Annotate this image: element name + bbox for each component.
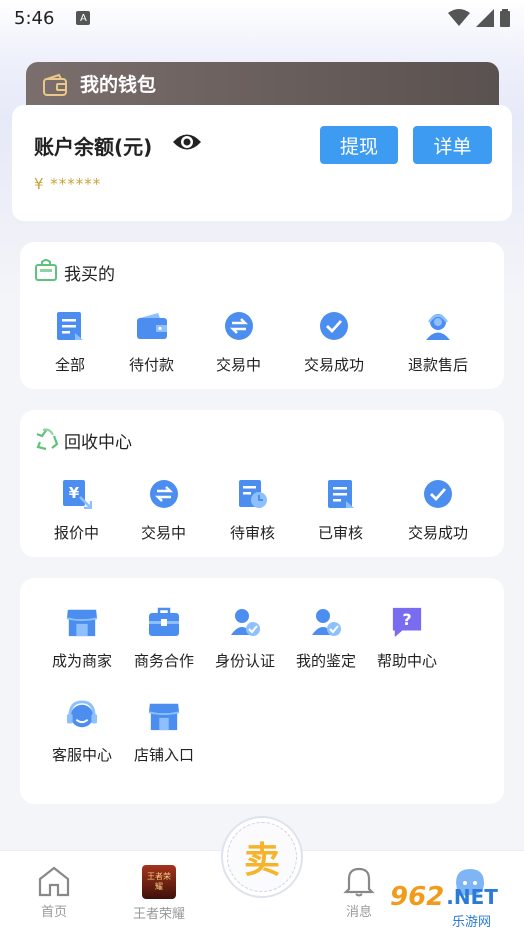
my-appraisal[interactable]: 我的鉴定 <box>294 606 358 671</box>
bought-in-progress[interactable]: 交易中 <box>216 310 261 375</box>
recycle-pending-review[interactable]: 待审核 <box>230 478 275 543</box>
document-icon <box>54 310 86 342</box>
help-center-label: 帮助中心 <box>376 652 437 670</box>
shop-entrance-label: 店铺入口 <box>133 746 194 764</box>
business-cooperation[interactable]: 商务合作 <box>132 606 196 671</box>
bought-in-progress-label: 交易中 <box>216 356 262 374</box>
bought-refund-label: 退款售后 <box>407 356 468 374</box>
recycle-success-label: 交易成功 <box>407 524 468 542</box>
recycle-icon <box>36 428 59 451</box>
service-agent-icon <box>422 310 454 342</box>
exchange-icon <box>223 310 255 342</box>
recycle-quoting-label: 报价中 <box>54 524 100 542</box>
recycle-in-progress[interactable]: 交易中 <box>141 478 186 543</box>
home-icon <box>38 866 70 897</box>
customer-service-label: 客服中心 <box>51 746 112 764</box>
store-icon <box>66 606 98 638</box>
become-merchant-label: 成为商家 <box>51 652 112 670</box>
headset-icon <box>66 700 98 732</box>
reviewed-icon <box>325 478 357 510</box>
shopping-bag-icon <box>35 259 57 281</box>
briefcase-icon <box>148 606 180 638</box>
bought-success[interactable]: 交易成功 <box>302 310 366 375</box>
balance-card: 账户余额(元) 提现 详单 ¥ ****** <box>12 105 512 221</box>
recycle-quoting[interactable]: ¥ 报价中 <box>54 478 99 543</box>
recycle-pending-review-label: 待审核 <box>230 524 276 542</box>
identity-verification[interactable]: 身份认证 <box>213 606 277 671</box>
appraisal-icon <box>310 606 342 638</box>
bought-all[interactable]: 全部 <box>54 310 86 375</box>
recycle-reviewed-label: 已审核 <box>318 524 364 542</box>
withdraw-button[interactable]: 提现 <box>320 126 398 164</box>
bought-title: 我买的 <box>64 265 115 285</box>
help-icon: ? <box>391 606 423 638</box>
recycle-card: 回收中心 ¥ 报价中 交易中 待审核 已审核 交易成功 <box>20 410 504 557</box>
notification-a-icon: A <box>76 11 91 25</box>
shop-entrance-icon <box>148 700 180 732</box>
svg-text:?: ? <box>402 610 411 629</box>
bought-card: 我买的 全部 待付款 交易中 交易成功 退款售后 <box>20 242 504 389</box>
wallet-title: 我的钱包 <box>80 74 157 96</box>
tab-home-label: 首页 <box>40 905 67 920</box>
shop-entrance[interactable]: 店铺入口 <box>132 700 196 765</box>
signal-icon <box>476 9 494 27</box>
exchange-icon <box>148 478 180 510</box>
pending-review-icon <box>237 478 269 510</box>
wallet-icon <box>136 310 168 342</box>
watermark-logo: 962 .NET <box>390 882 498 912</box>
watermark-brand: 962 <box>390 882 445 912</box>
recycle-in-progress-label: 交易中 <box>141 524 187 542</box>
business-cooperation-label: 商务合作 <box>133 652 194 670</box>
help-center[interactable]: ? 帮助中心 <box>375 606 439 671</box>
check-icon <box>318 310 350 342</box>
services-card: 成为商家 商务合作 身份认证 我的鉴定 ? 帮助中心 客服中心 店铺入口 <box>20 578 504 804</box>
identity-icon <box>229 606 261 638</box>
check-icon <box>422 478 454 510</box>
tab-game-label: 王者荣耀 <box>133 907 186 922</box>
eye-icon[interactable] <box>172 131 202 153</box>
identity-verification-label: 身份认证 <box>214 652 275 670</box>
recycle-success[interactable]: 交易成功 <box>406 478 470 543</box>
battery-icon <box>500 9 510 27</box>
tab-home[interactable]: 首页 <box>36 865 72 920</box>
quote-icon: ¥ <box>61 478 93 510</box>
detail-button[interactable]: 详单 <box>413 126 492 164</box>
game-logo-icon: 王者荣耀 <box>142 865 176 899</box>
balance-value: ¥ ****** <box>34 175 102 193</box>
tab-game[interactable]: 王者荣耀 王者荣耀 <box>133 865 185 922</box>
status-bar: 5:46 A <box>0 0 524 36</box>
status-time: 5:46 <box>14 7 55 29</box>
game-logo-text: 王者荣耀 <box>147 872 171 891</box>
bought-pending-payment-label: 待付款 <box>129 356 175 374</box>
tab-messages[interactable]: 消息 <box>342 865 376 920</box>
my-appraisal-label: 我的鉴定 <box>295 652 356 670</box>
tab-messages-label: 消息 <box>345 905 372 920</box>
bought-all-label: 全部 <box>54 356 85 374</box>
sell-button[interactable]: 卖 <box>221 816 303 898</box>
bought-success-label: 交易成功 <box>303 356 364 374</box>
become-merchant[interactable]: 成为商家 <box>50 606 114 671</box>
bought-refund[interactable]: 退款售后 <box>406 310 470 375</box>
watermark-sub: 乐游网 <box>452 915 492 930</box>
sell-label: 卖 <box>227 822 297 892</box>
bought-pending-payment[interactable]: 待付款 <box>129 310 174 375</box>
wallet-icon <box>43 73 67 96</box>
svg-text:¥: ¥ <box>68 484 79 502</box>
wifi-icon <box>448 9 470 26</box>
recycle-title: 回收中心 <box>64 433 132 453</box>
watermark-net: .NET <box>446 885 498 909</box>
bell-icon <box>343 867 375 897</box>
recycle-reviewed[interactable]: 已审核 <box>318 478 363 543</box>
customer-service[interactable]: 客服中心 <box>50 700 114 765</box>
balance-label: 账户余额(元) <box>34 135 153 159</box>
